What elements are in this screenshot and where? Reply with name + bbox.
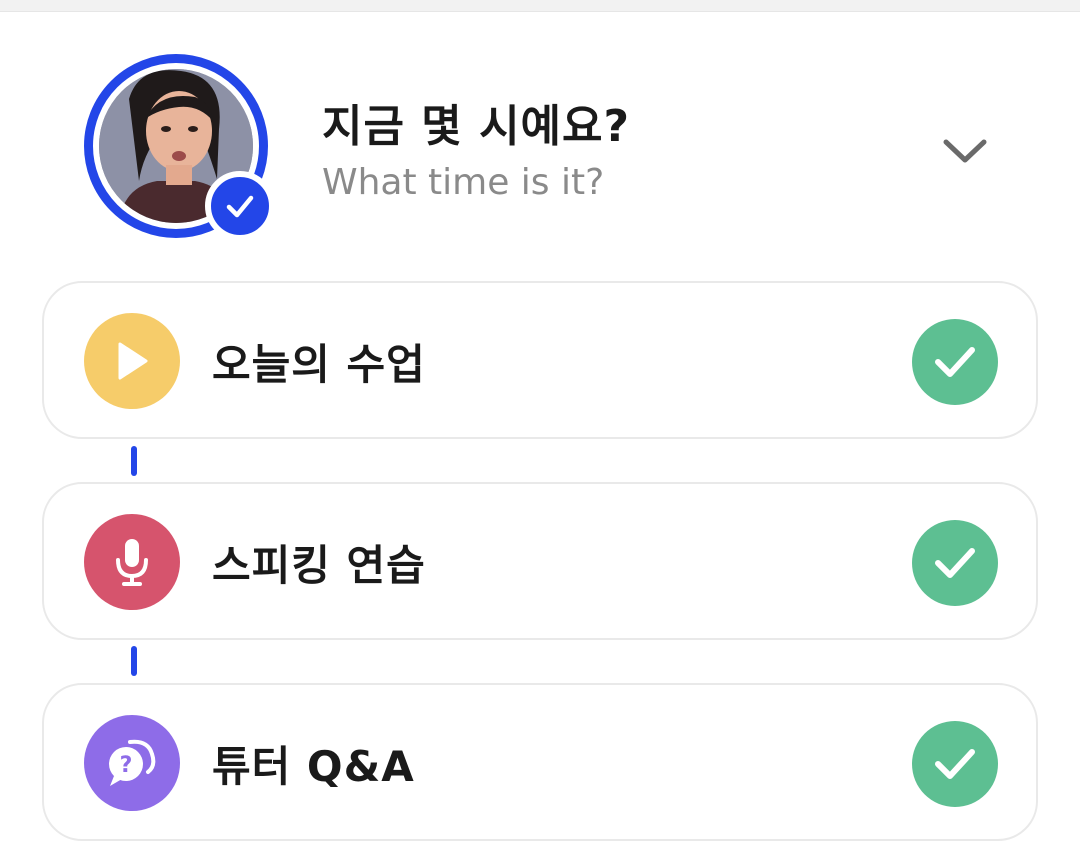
step-icon-circle [84,313,180,409]
checkmark-icon [226,195,254,218]
top-bar [0,0,1080,12]
microphone-icon [116,539,148,586]
step-card-speaking-practice[interactable]: 스피킹 연습 [42,482,1038,640]
checkmark-icon [935,548,975,578]
lesson-title: 지금 몇 시예요? [322,101,631,152]
chat-question-icon: ? [109,739,156,786]
step-card-today-lesson[interactable]: 오늘의 수업 [42,281,1038,439]
lesson-header[interactable]: 지금 몇 시예요? What time is it? [0,12,1080,272]
step-complete-check [912,520,998,606]
step-icon-circle [84,514,180,610]
play-icon [118,342,148,380]
checkmark-icon [935,347,975,377]
step-complete-check [912,721,998,807]
step-label: 튜터 Q&A [212,742,415,791]
tutor-avatar-ring [84,54,275,241]
step-label: 스피킹 연습 [212,541,426,590]
step-connector [131,446,137,476]
step-card-tutor-qa[interactable]: ? 튜터 Q&A [42,683,1038,841]
step-icon-circle: ? [84,715,180,811]
checkmark-icon [935,749,975,779]
step-label: 오늘의 수업 [212,340,426,389]
completed-badge [205,171,275,241]
lesson-subtitle: What time is it? [322,162,605,203]
step-connector [131,646,137,676]
chevron-down-icon [943,139,987,163]
expand-chevron-button[interactable] [938,124,992,178]
step-complete-check [912,319,998,405]
svg-text:?: ? [120,753,133,778]
